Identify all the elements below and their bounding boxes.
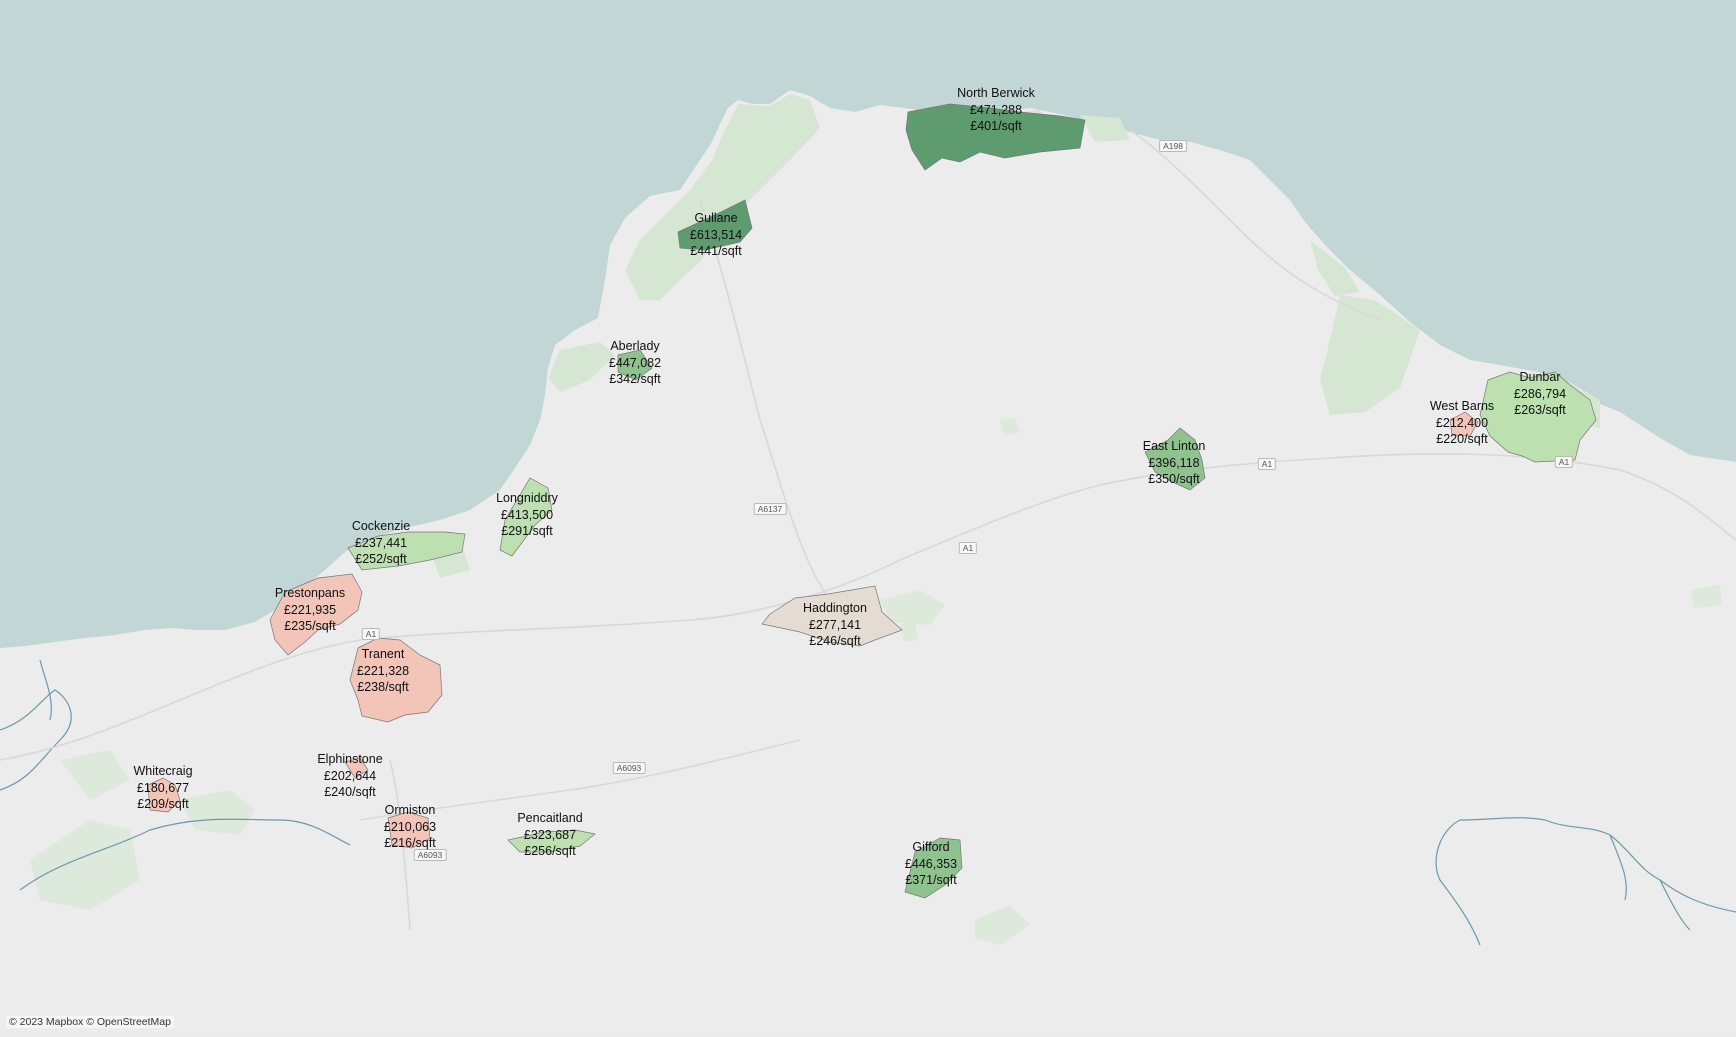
road-shield-a198: A198 [1159, 140, 1187, 152]
town-polygon-tranent[interactable] [349, 637, 443, 723]
town-polygon-dunbar[interactable] [1479, 371, 1597, 463]
town-polygon-gifford[interactable] [904, 837, 963, 899]
road-shield-a1-west: A1 [361, 628, 381, 640]
town-polygon-north-berwick[interactable] [905, 103, 1086, 171]
town-polygon-prestonpans[interactable] [269, 573, 363, 656]
town-polygon-haddington[interactable] [761, 585, 903, 647]
town-polygon-pencaitland[interactable] [507, 829, 596, 853]
road-shield-a1-dunbar: A1 [1554, 456, 1574, 468]
road-shield-a6093-north: A6093 [612, 762, 646, 774]
town-polygon-whitecraig[interactable] [147, 777, 181, 813]
town-polygon-cockenzie[interactable] [347, 531, 466, 571]
town-polygon-west-barns[interactable] [1449, 411, 1479, 437]
road-shield-a6093-south: A6093 [413, 849, 447, 861]
map-canvas[interactable]: A1 A1 A1 A1 A198 A6137 A6093 A6093 North… [0, 0, 1736, 1032]
map-attribution[interactable]: © 2023 Mapbox © OpenStreetMap [6, 1016, 174, 1028]
town-polygon-ormiston[interactable] [387, 811, 431, 849]
road-shield-a1-east: A1 [1257, 458, 1277, 470]
road-shield-a6137: A6137 [753, 503, 787, 515]
town-polygons [147, 103, 1597, 899]
town-polygon-gullane[interactable] [677, 199, 753, 251]
road-shield-a1-centre: A1 [958, 542, 978, 554]
town-polygon-elphinstone[interactable] [344, 757, 369, 779]
town-polygon-east-linton[interactable] [1144, 427, 1206, 491]
town-polygon-aberlady[interactable] [617, 349, 653, 381]
town-polygon-longniddry[interactable] [499, 477, 553, 557]
